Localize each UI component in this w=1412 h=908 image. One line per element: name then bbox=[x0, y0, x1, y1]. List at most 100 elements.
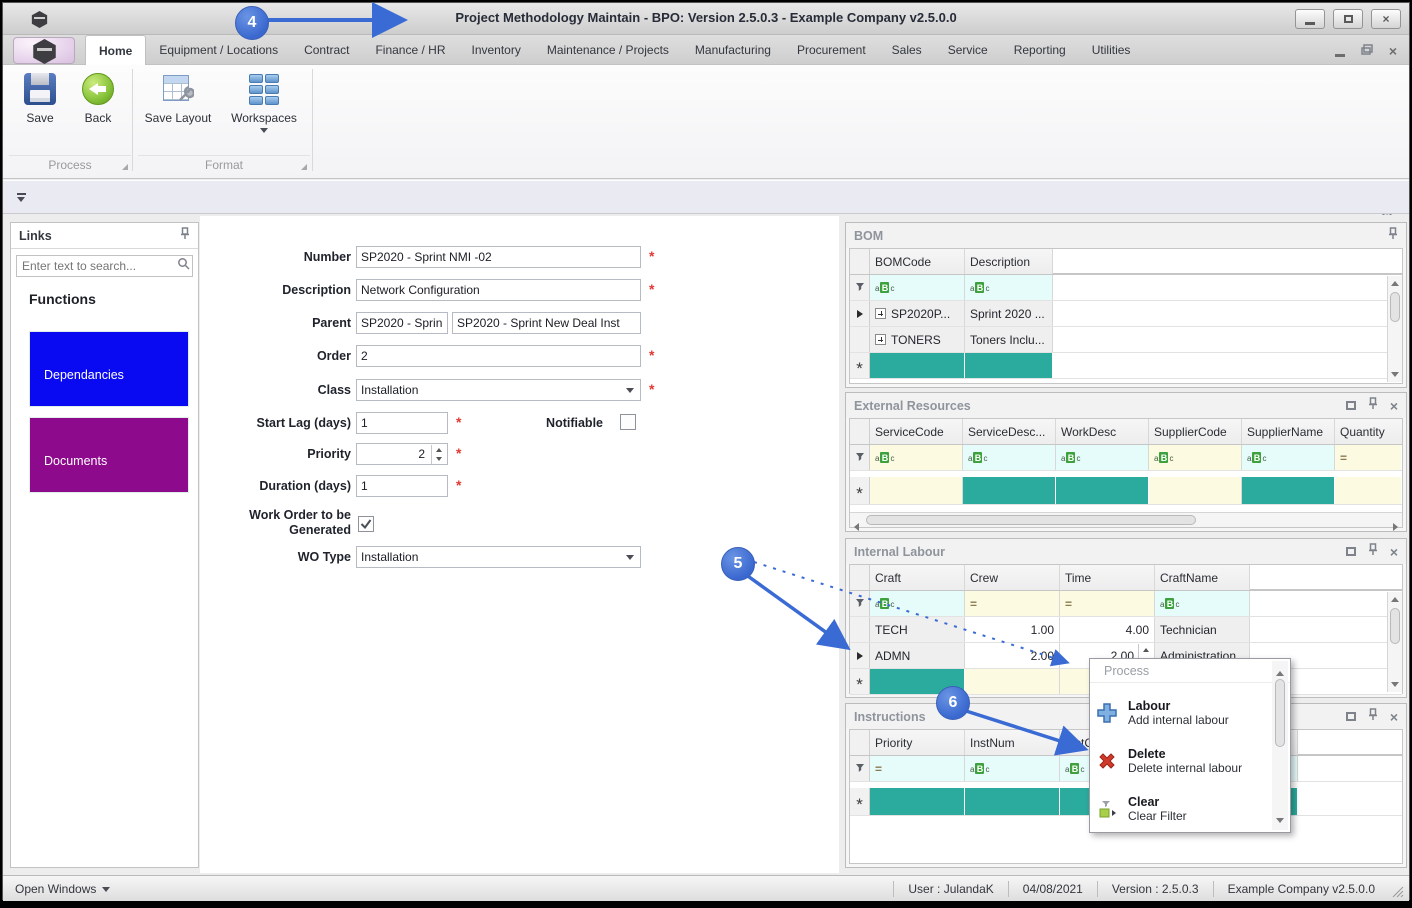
new-row[interactable]: * bbox=[850, 477, 1402, 505]
order-field[interactable]: 2 bbox=[356, 345, 641, 367]
column-header[interactable]: ServiceCode bbox=[870, 419, 963, 444]
vertical-scrollbar[interactable] bbox=[1272, 661, 1288, 830]
tab-finance-hr[interactable]: Finance / HR bbox=[362, 35, 458, 65]
number-field[interactable]: SP2020 - Sprint NMI -02 bbox=[356, 246, 641, 268]
dialog-launcher-icon[interactable] bbox=[301, 164, 307, 170]
callout-4: 4 bbox=[235, 6, 269, 40]
table-row[interactable]: TONERS Toners Inclu... bbox=[850, 327, 1402, 353]
tab-equipment-locations[interactable]: Equipment / Locations bbox=[146, 35, 291, 65]
column-header[interactable]: Crew bbox=[965, 565, 1060, 590]
save-layout-button[interactable]: Save Layout bbox=[143, 73, 213, 125]
parent-code-field[interactable]: SP2020 - Sprin bbox=[356, 312, 448, 334]
vertical-scrollbar[interactable] bbox=[1387, 592, 1402, 692]
mdi-minimize-icon[interactable] bbox=[1334, 53, 1345, 57]
spin-down-icon[interactable] bbox=[432, 455, 446, 465]
application-button[interactable] bbox=[13, 37, 75, 64]
mdi-close-icon[interactable]: × bbox=[1389, 44, 1397, 58]
dependancies-button[interactable]: Dependancies bbox=[29, 331, 189, 407]
documents-button[interactable]: Documents bbox=[29, 417, 189, 493]
column-header[interactable]: Quantity bbox=[1335, 419, 1401, 444]
tab-procurement[interactable]: Procurement bbox=[784, 35, 879, 65]
column-header[interactable]: Craft bbox=[870, 565, 965, 590]
open-windows-button[interactable]: Open Windows bbox=[3, 882, 111, 896]
column-header[interactable]: WorkDesc bbox=[1056, 419, 1149, 444]
pin-icon[interactable] bbox=[1368, 396, 1378, 415]
pin-icon[interactable] bbox=[1368, 707, 1378, 726]
expand-icon[interactable] bbox=[875, 334, 886, 345]
column-header[interactable]: CraftName bbox=[1155, 565, 1250, 590]
tab-utilities[interactable]: Utilities bbox=[1079, 35, 1144, 65]
column-header[interactable]: ServiceDesc... bbox=[963, 419, 1056, 444]
start-lag-field[interactable]: 1 bbox=[356, 412, 448, 434]
tab-home[interactable]: Home bbox=[85, 35, 147, 65]
chevron-down-icon[interactable] bbox=[626, 555, 634, 560]
menu-item-delete[interactable]: Delete Delete internal labour bbox=[1096, 741, 1256, 781]
tab-sales[interactable]: Sales bbox=[879, 35, 935, 65]
chevron-down-icon[interactable] bbox=[626, 388, 634, 393]
pin-icon[interactable] bbox=[1388, 226, 1398, 245]
table-row[interactable]: TECH 1.00 4.00 Technician bbox=[850, 617, 1402, 643]
duration-field[interactable]: 1 bbox=[356, 475, 448, 497]
column-header[interactable]: Priority bbox=[870, 730, 965, 755]
expand-icon[interactable] bbox=[875, 308, 886, 319]
wo-generated-checkbox[interactable] bbox=[358, 516, 374, 532]
wo-type-dropdown[interactable]: Installation bbox=[356, 546, 641, 568]
notifiable-checkbox[interactable] bbox=[620, 414, 636, 430]
column-header[interactable]: BOMCode bbox=[870, 249, 965, 274]
external-resources-grid: ServiceCode ServiceDesc... WorkDesc Supp… bbox=[849, 418, 1403, 531]
pin-icon[interactable] bbox=[1368, 542, 1378, 561]
close-button[interactable]: × bbox=[1371, 9, 1401, 29]
column-header[interactable]: InstNum bbox=[965, 730, 1060, 755]
maximize-panel-icon[interactable] bbox=[1345, 401, 1356, 410]
dialog-launcher-icon[interactable] bbox=[122, 164, 128, 170]
required-marker: * bbox=[649, 381, 655, 397]
required-marker: * bbox=[649, 248, 655, 264]
minimize-button[interactable] bbox=[1295, 9, 1325, 29]
tab-contract[interactable]: Contract bbox=[291, 35, 362, 65]
filter-row[interactable]: aBc = = aBc bbox=[850, 591, 1402, 617]
filter-row[interactable]: aBc aBc bbox=[850, 275, 1402, 301]
class-dropdown[interactable]: Installation bbox=[356, 379, 641, 401]
column-header[interactable]: Description bbox=[965, 249, 1053, 274]
new-row[interactable]: * bbox=[850, 353, 1402, 379]
column-header[interactable]: SupplierCode bbox=[1149, 419, 1242, 444]
search-input[interactable] bbox=[22, 259, 177, 273]
order-label: Order bbox=[316, 349, 351, 363]
wo-type-label: WO Type bbox=[297, 550, 351, 564]
table-row[interactable]: SP2020P... Sprint 2020 ... bbox=[850, 301, 1402, 327]
abc-filter-icon: aBc bbox=[970, 763, 990, 774]
abc-filter-icon: aBc bbox=[1061, 452, 1081, 463]
internal-labour-title: Internal Labour bbox=[854, 544, 945, 559]
pin-icon[interactable] bbox=[180, 226, 190, 245]
search-icon[interactable] bbox=[177, 257, 190, 275]
maximize-button[interactable] bbox=[1333, 9, 1363, 29]
menu-item-clear[interactable]: Clear Clear Filter bbox=[1096, 789, 1256, 829]
tab-manufacturing[interactable]: Manufacturing bbox=[682, 35, 784, 65]
maximize-panel-icon[interactable] bbox=[1345, 547, 1356, 556]
save-button[interactable]: Save bbox=[9, 73, 71, 125]
priority-stepper[interactable]: 2 bbox=[356, 443, 448, 465]
close-panel-icon[interactable]: × bbox=[1390, 545, 1398, 559]
tab-inventory[interactable]: Inventory bbox=[458, 35, 533, 65]
back-button[interactable]: Back bbox=[67, 73, 129, 125]
column-header[interactable]: SupplierName bbox=[1242, 419, 1335, 444]
filter-row[interactable]: aBc aBc aBc aBc aBc = bbox=[850, 445, 1402, 471]
description-field[interactable]: Network Configuration bbox=[356, 279, 641, 301]
resize-grip[interactable] bbox=[1391, 885, 1405, 899]
mdi-restore-icon[interactable] bbox=[1361, 42, 1373, 60]
vertical-scrollbar[interactable] bbox=[1387, 276, 1402, 382]
close-panel-icon[interactable]: × bbox=[1390, 399, 1398, 413]
parent-desc-field[interactable]: SP2020 - Sprint New Deal Inst bbox=[452, 312, 641, 334]
column-header[interactable]: Time bbox=[1060, 565, 1155, 590]
menu-item-labour[interactable]: Labour Add internal labour bbox=[1096, 693, 1256, 733]
close-panel-icon[interactable]: × bbox=[1390, 710, 1398, 724]
horizontal-scrollbar[interactable] bbox=[850, 512, 1402, 531]
spin-up-icon[interactable] bbox=[432, 445, 446, 455]
tab-reporting[interactable]: Reporting bbox=[1001, 35, 1079, 65]
workspaces-button[interactable]: Workspaces bbox=[225, 73, 303, 133]
customize-icon[interactable] bbox=[17, 193, 26, 202]
tab-service[interactable]: Service bbox=[935, 35, 1001, 65]
maximize-panel-icon[interactable] bbox=[1345, 712, 1356, 721]
abc-filter-icon: aBc bbox=[970, 282, 990, 293]
tab-maintenance-projects[interactable]: Maintenance / Projects bbox=[534, 35, 682, 65]
